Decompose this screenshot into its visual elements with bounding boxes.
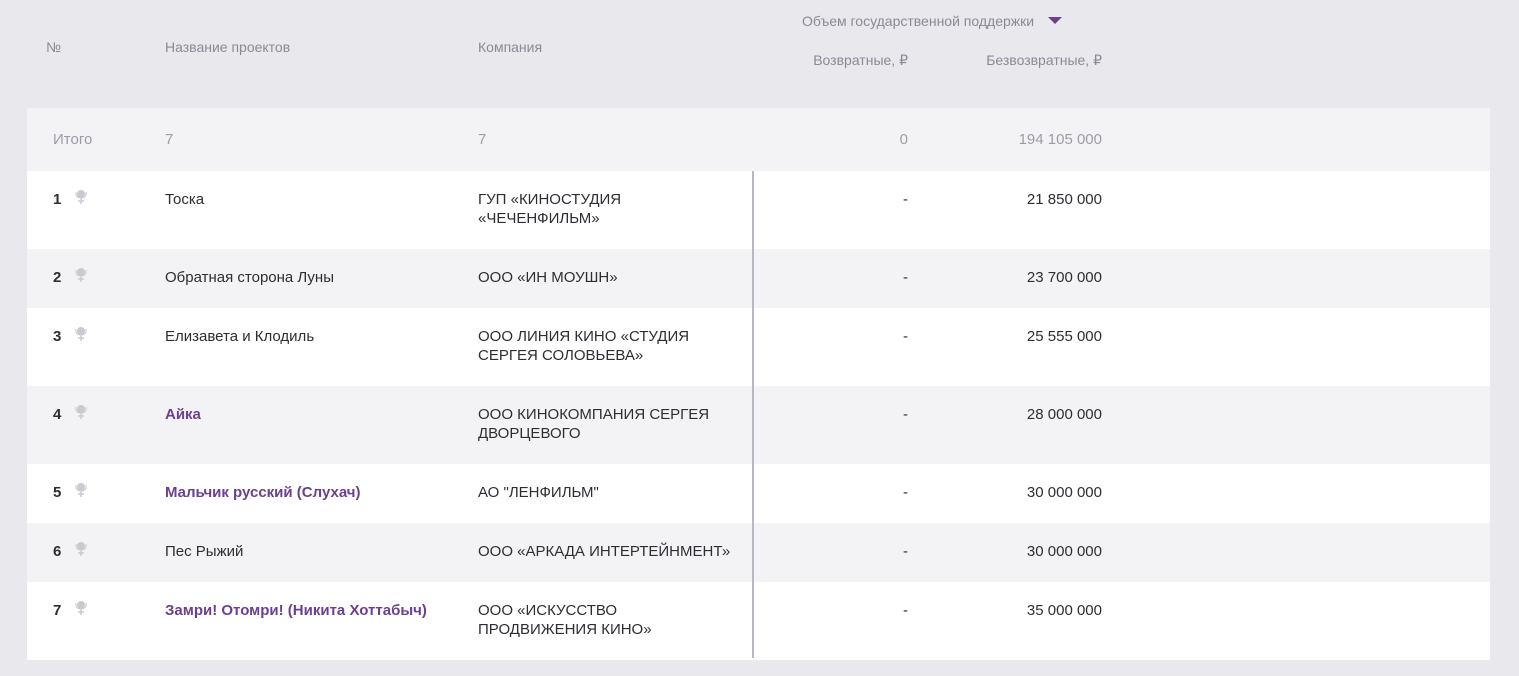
table-row: 4 Айка ООО КИНОКОМПАНИЯ СЕРГЕЯ ДВОРЦЕВОГО -… [27, 386, 1490, 464]
project-name: Елизавета и Клодиль [165, 328, 315, 345]
table-row: 5 Мальчик русский (Слухач) АО "ЛЕНФИЛЬМ" - 3… [27, 464, 1490, 523]
projects-table: Итого 7 7 0 194 105 000 1 Тоска ГУП «КИНОС… [27, 108, 1490, 660]
returnable-amount: - [903, 269, 908, 286]
nonreturnable-amount: 23 700 000 [1026, 269, 1102, 286]
table-row: 6 Пес Рыжий ООО «АРКАДА ИНТЕРТЕЙНМЕНТ» - 30 … [27, 523, 1490, 582]
header-support-volume-label: Объем государственной поддержки [802, 13, 1035, 29]
total-projects: 7 [165, 131, 174, 148]
returnable-amount: - [903, 406, 908, 423]
award-icon [74, 600, 88, 616]
nonreturnable-amount: 35 000 000 [1026, 602, 1102, 619]
total-label: Итого [53, 131, 93, 148]
project-name[interactable]: Айка [165, 405, 455, 424]
project-name: Обратная сторона Луны [165, 269, 334, 286]
award-icon [74, 541, 88, 557]
total-row: Итого 7 7 0 194 105 000 [27, 108, 1490, 171]
returnable-amount: - [903, 191, 908, 208]
row-number: 3 [53, 328, 62, 345]
award-icon [74, 189, 88, 205]
table-row: 3 Елизавета и Клодиль ООО ЛИНИЯ КИНО «СТУД… [27, 308, 1490, 386]
table-row: 7 Замри! Отомри! (Никита Хоттабыч) ООО «ИС… [27, 582, 1490, 660]
header-returnable: Возвратные, ₽ [813, 52, 908, 68]
table-header: № Название проектов Компания Объем госуд… [0, 0, 1519, 108]
company-name: ООО ЛИНИЯ КИНО «СТУДИЯ СЕРГЕЯ СОЛОВЬЕВА» [478, 328, 690, 364]
returnable-amount: - [903, 543, 908, 560]
row-number: 4 [53, 406, 62, 423]
returnable-amount: - [903, 484, 908, 501]
nonreturnable-amount: 25 555 000 [1026, 328, 1102, 345]
nonreturnable-amount: 28 000 000 [1026, 406, 1102, 423]
project-name: Пес Рыжий [165, 543, 244, 560]
company-name: ООО «ИСКУССТВО ПРОДВИЖЕНИЯ КИНО» [478, 602, 652, 638]
header-project-name: Название проектов [165, 39, 291, 55]
nonreturnable-amount: 30 000 000 [1026, 484, 1102, 501]
company-name: ООО «ИН МОУШН» [478, 269, 618, 286]
row-number: 5 [53, 484, 62, 501]
award-icon [74, 267, 88, 283]
total-returnable: 0 [899, 131, 908, 148]
company-name: АО "ЛЕНФИЛЬМ" [478, 484, 599, 501]
total-nonreturnable: 194 105 000 [1018, 131, 1102, 148]
returnable-amount: - [903, 328, 908, 345]
header-company: Компания [478, 39, 543, 55]
nonreturnable-amount: 21 850 000 [1026, 191, 1102, 208]
header-support-volume[interactable]: Объем государственной поддержки [802, 13, 1063, 29]
caret-down-icon[interactable] [1048, 17, 1063, 24]
nonreturnable-amount: 30 000 000 [1026, 543, 1102, 560]
company-name: ГУП «КИНОСТУДИЯ «ЧЕЧЕНФИЛЬМ» [478, 191, 622, 227]
company-name: ООО «АРКАДА ИНТЕРТЕЙНМЕНТ» [478, 543, 731, 560]
header-nonreturnable: Безвозвратные, ₽ [986, 52, 1102, 68]
table-row: 2 Обратная сторона Луны ООО «ИН МОУШН» - 23 … [27, 249, 1490, 308]
project-name[interactable]: Мальчик русский (Слухач) [165, 483, 455, 502]
returnable-amount: - [903, 602, 908, 619]
total-companies: 7 [478, 131, 487, 148]
row-number: 1 [53, 191, 62, 208]
company-name: ООО КИНОКОМПАНИЯ СЕРГЕЯ ДВОРЦЕВОГО [478, 406, 710, 442]
project-name[interactable]: Замри! Отомри! (Никита Хоттабыч) [165, 601, 455, 620]
project-name: Тоска [165, 191, 205, 208]
column-divider [752, 171, 754, 658]
table-row: 1 Тоска ГУП «КИНОСТУДИЯ «ЧЕЧЕНФИЛЬМ» - 21 85… [27, 171, 1490, 249]
award-icon [74, 326, 88, 342]
row-number: 6 [53, 543, 62, 560]
row-number: 7 [53, 602, 62, 619]
header-number: № [46, 39, 62, 55]
award-icon [74, 482, 88, 498]
award-icon [74, 404, 88, 420]
row-number: 2 [53, 269, 62, 286]
